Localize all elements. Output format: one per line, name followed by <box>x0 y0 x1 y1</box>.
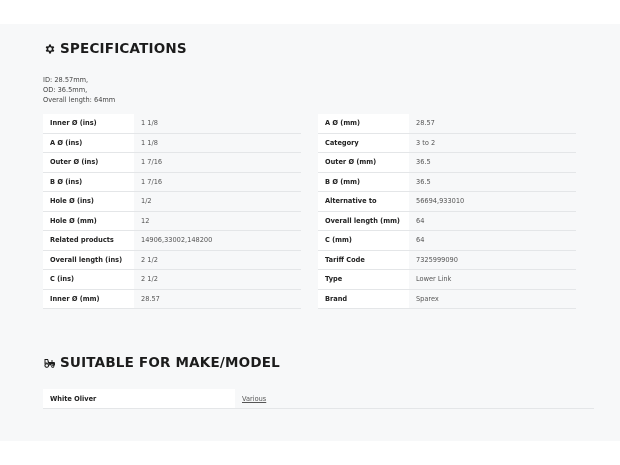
product-details-panel: SPECIFICATIONS ID: 28.57mm, OD: 36.5mm, … <box>0 24 620 441</box>
table-row: Hole Ø (mm) 12 <box>43 211 301 231</box>
specifications-title: SPECIFICATIONS <box>60 41 187 57</box>
spec-key: Outer Ø (mm) <box>318 153 409 172</box>
table-row: Overall length (ins) 2 1/2 <box>43 250 301 270</box>
spec-value: 2 1/2 <box>134 270 301 289</box>
model-cell: Various <box>235 389 594 408</box>
spec-key: Hole Ø (ins) <box>43 192 134 211</box>
make-model-table: White Oliver Various <box>43 389 594 409</box>
spec-key: Brand <box>318 289 409 308</box>
spec-key: B Ø (mm) <box>318 172 409 191</box>
spec-value: 36.5 <box>409 153 576 172</box>
tractor-icon <box>43 357 56 370</box>
table-row: Inner Ø (mm) 28.57 <box>43 289 301 309</box>
model-link[interactable]: Various <box>242 395 266 403</box>
spec-value: Sparex <box>409 289 576 308</box>
spec-value: 2 1/2 <box>134 250 301 269</box>
spec-value: 1 7/16 <box>134 153 301 172</box>
suitable-title: SUITABLE FOR MAKE/MODEL <box>60 355 280 371</box>
table-row: White Oliver Various <box>43 389 594 409</box>
table-row: B Ø (ins) 1 7/16 <box>43 172 301 192</box>
desc-line-id: ID: 28.57mm, <box>43 76 89 84</box>
spec-value: 1 1/8 <box>134 133 301 152</box>
specifications-heading: SPECIFICATIONS <box>43 41 187 57</box>
spec-value: 1 1/8 <box>134 114 301 133</box>
gear-icon <box>43 43 56 56</box>
spec-key: Related products <box>43 231 134 250</box>
make-name: White Oliver <box>43 389 235 408</box>
spec-value: 12 <box>134 211 301 230</box>
table-row: Outer Ø (mm) 36.5 <box>318 153 576 173</box>
spec-value: Lower Link <box>409 270 576 289</box>
spec-value: 64 <box>409 231 576 250</box>
spec-key: C (mm) <box>318 231 409 250</box>
spec-key: C (ins) <box>43 270 134 289</box>
table-row: Type Lower Link <box>318 270 576 290</box>
spec-value: 14906,33002,148200 <box>134 231 301 250</box>
spec-key: Inner Ø (ins) <box>43 114 134 133</box>
table-row: A Ø (mm) 28.57 <box>318 114 576 134</box>
table-row: Related products 14906,33002,148200 <box>43 231 301 251</box>
spec-key: Inner Ø (mm) <box>43 289 134 308</box>
suitable-heading: SUITABLE FOR MAKE/MODEL <box>43 355 280 371</box>
spec-description: ID: 28.57mm, OD: 36.5mm, Overall length:… <box>43 75 115 105</box>
spec-key: Type <box>318 270 409 289</box>
spec-key: Alternative to <box>318 192 409 211</box>
table-row: C (ins) 2 1/2 <box>43 270 301 290</box>
table-row: Category 3 to 2 <box>318 133 576 153</box>
spec-key: Tariff Code <box>318 250 409 269</box>
table-row: A Ø (ins) 1 1/8 <box>43 133 301 153</box>
spec-value: 56694,933010 <box>409 192 576 211</box>
spec-key: Overall length (ins) <box>43 250 134 269</box>
spec-key: B Ø (ins) <box>43 172 134 191</box>
desc-line-od: OD: 36.5mm, <box>43 86 88 94</box>
desc-line-length: Overall length: 64mm <box>43 96 116 104</box>
table-row: Tariff Code 7325999090 <box>318 250 576 270</box>
spec-value: 64 <box>409 211 576 230</box>
spec-value: 28.57 <box>409 114 576 133</box>
spec-key: A Ø (mm) <box>318 114 409 133</box>
spec-table-right: A Ø (mm) 28.57 Category 3 to 2 Outer Ø (mm… <box>318 114 576 309</box>
table-row: Brand Sparex <box>318 289 576 309</box>
spec-key: Outer Ø (ins) <box>43 153 134 172</box>
spec-key: Hole Ø (mm) <box>43 211 134 230</box>
spec-key: Category <box>318 133 409 152</box>
table-row: Outer Ø (ins) 1 7/16 <box>43 153 301 173</box>
spec-value: 1 7/16 <box>134 172 301 191</box>
table-row: Overall length (mm) 64 <box>318 211 576 231</box>
spec-value: 28.57 <box>134 289 301 308</box>
table-row: B Ø (mm) 36.5 <box>318 172 576 192</box>
spec-key: A Ø (ins) <box>43 133 134 152</box>
table-row: Inner Ø (ins) 1 1/8 <box>43 114 301 134</box>
spec-key: Overall length (mm) <box>318 211 409 230</box>
table-row: C (mm) 64 <box>318 231 576 251</box>
spec-value: 7325999090 <box>409 250 576 269</box>
spec-value: 3 to 2 <box>409 133 576 152</box>
table-row: Hole Ø (ins) 1/2 <box>43 192 301 212</box>
spec-table-left: Inner Ø (ins) 1 1/8 A Ø (ins) 1 1/8 Outer … <box>43 114 301 309</box>
spec-value: 36.5 <box>409 172 576 191</box>
table-row: Alternative to 56694,933010 <box>318 192 576 212</box>
spec-value: 1/2 <box>134 192 301 211</box>
